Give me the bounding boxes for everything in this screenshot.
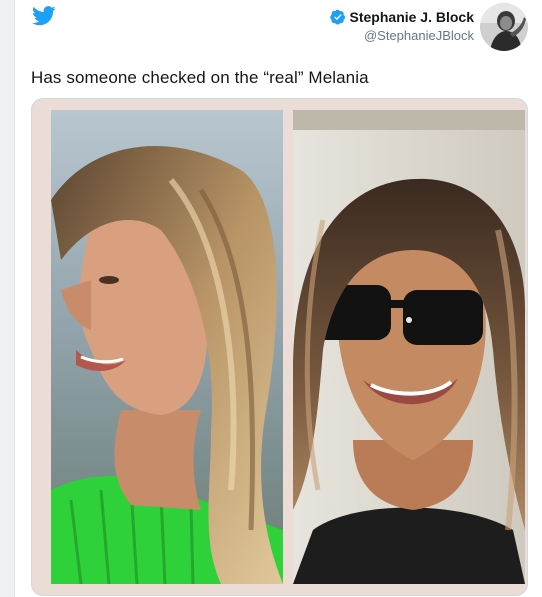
author-name-row: Stephanie J. Block (329, 9, 474, 25)
author-block[interactable]: Stephanie J. Block @StephanieJBlock (329, 9, 474, 43)
verified-badge-icon (329, 9, 345, 25)
author-name[interactable]: Stephanie J. Block (350, 9, 474, 25)
tweet-text: Has someone checked on the “real” Melani… (31, 68, 369, 87)
photo-right[interactable] (293, 110, 525, 584)
author-handle[interactable]: @StephanieJBlock (330, 28, 474, 43)
twitter-bird-icon[interactable] (32, 6, 56, 26)
tweet-media[interactable] (31, 98, 528, 596)
tweet-card: Stephanie J. Block @StephanieJBlock Has … (15, 0, 542, 597)
photo-left[interactable] (51, 110, 283, 584)
window-frame (0, 0, 15, 597)
avatar[interactable] (480, 3, 528, 51)
